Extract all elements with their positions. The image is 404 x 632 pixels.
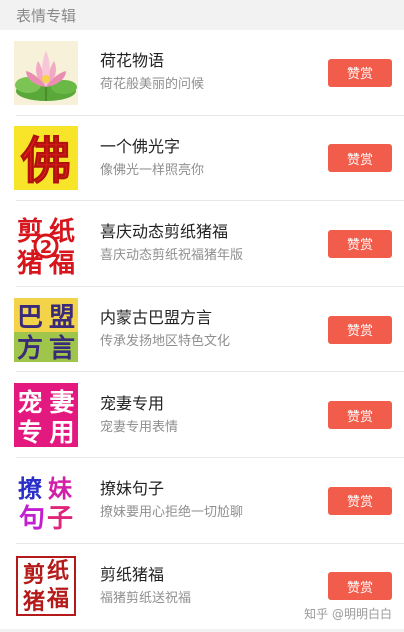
list-item[interactable]: 剪 纸 猪 福 2 喜庆动态剪纸猪福 喜庆动态剪纸祝福猪年版 赞赏 bbox=[0, 201, 404, 287]
album-list: 荷花物语 荷花般美丽的问候 赞赏 佛 一个佛光字 像佛光一样照亮你 赞赏 剪 纸… bbox=[0, 30, 404, 630]
lotus-icon bbox=[14, 40, 78, 105]
svg-text:妹: 妹 bbox=[48, 475, 72, 503]
svg-text:撩: 撩 bbox=[18, 475, 42, 503]
album-title: 宠妻专用 bbox=[100, 393, 165, 413]
reward-button[interactable]: 赞赏 bbox=[328, 58, 392, 87]
svg-text:专: 专 bbox=[17, 418, 42, 447]
list-item[interactable]: 巴 盟 方 言 内蒙古巴盟方言 传承发扬地区特色文化 赞赏 bbox=[0, 287, 404, 373]
svg-text:剪: 剪 bbox=[23, 562, 45, 588]
reward-button[interactable]: 赞赏 bbox=[328, 229, 392, 258]
album-title: 一个佛光字 bbox=[100, 136, 181, 156]
album-description: 荷花般美丽的问候 bbox=[100, 77, 205, 93]
album-description: 福猪剪纸送祝福 bbox=[100, 590, 192, 606]
svg-text:福: 福 bbox=[46, 586, 69, 612]
album-title: 剪纸猪福 bbox=[100, 564, 165, 584]
papercut-pig-icon: 剪 纸 猪 福 bbox=[14, 554, 78, 619]
list-item[interactable]: 荷花物语 荷花般美丽的问候 赞赏 bbox=[0, 30, 404, 116]
album-description: 撩妹要用心拒绝一切尬聊 bbox=[100, 505, 244, 521]
svg-text:句: 句 bbox=[19, 504, 45, 533]
bameng-dialect-icon: 巴 盟 方 言 bbox=[14, 297, 78, 362]
svg-text:宠: 宠 bbox=[17, 388, 42, 417]
svg-text:盟: 盟 bbox=[49, 303, 75, 333]
list-item[interactable]: 撩 妹 句 子 撩妹句子 撩妹要用心拒绝一切尬聊 赞赏 bbox=[0, 458, 404, 544]
album-description: 宠妻专用表情 bbox=[100, 419, 179, 435]
reward-button[interactable]: 赞赏 bbox=[328, 401, 392, 430]
album-description: 传承发扬地区特色文化 bbox=[100, 334, 231, 350]
album-description: 喜庆动态剪纸祝福猪年版 bbox=[100, 248, 244, 264]
list-item[interactable]: 宠 妻 专 用 宠妻专用 宠妻专用表情 赞赏 bbox=[0, 372, 404, 458]
svg-text:巴: 巴 bbox=[17, 303, 43, 333]
svg-text:方: 方 bbox=[17, 333, 43, 362]
reward-button[interactable]: 赞赏 bbox=[328, 572, 392, 601]
list-item[interactable]: 佛 一个佛光字 像佛光一样照亮你 赞赏 bbox=[0, 116, 404, 202]
svg-text:佛: 佛 bbox=[20, 132, 71, 190]
papercut-pig-2-icon: 剪 纸 猪 福 2 bbox=[14, 211, 78, 276]
fo-character-icon: 佛 bbox=[14, 126, 78, 191]
svg-text:纸: 纸 bbox=[47, 558, 69, 584]
reward-button[interactable]: 赞赏 bbox=[328, 315, 392, 344]
svg-text:妻: 妻 bbox=[49, 388, 74, 417]
svg-text:言: 言 bbox=[49, 334, 75, 362]
section-title: 表情专辑 bbox=[16, 6, 77, 25]
flirt-sentence-icon: 撩 妹 句 子 bbox=[14, 468, 78, 533]
svg-text:子: 子 bbox=[47, 504, 73, 533]
album-title: 撩妹句子 bbox=[100, 479, 165, 499]
album-description: 像佛光一样照亮你 bbox=[100, 162, 205, 178]
album-title: 内蒙古巴盟方言 bbox=[100, 308, 213, 328]
svg-text:用: 用 bbox=[49, 418, 74, 447]
album-title: 荷花物语 bbox=[100, 51, 165, 71]
reward-button[interactable]: 赞赏 bbox=[328, 144, 392, 173]
pamper-wife-icon: 宠 妻 专 用 bbox=[14, 383, 78, 448]
svg-text:2: 2 bbox=[40, 237, 53, 258]
album-title: 喜庆动态剪纸猪福 bbox=[100, 222, 229, 242]
list-item[interactable]: 剪 纸 猪 福 剪纸猪福 福猪剪纸送祝福 赞赏 bbox=[0, 544, 404, 630]
reward-button[interactable]: 赞赏 bbox=[328, 486, 392, 515]
svg-text:猪: 猪 bbox=[23, 589, 45, 615]
section-header: 表情专辑 bbox=[0, 0, 404, 30]
